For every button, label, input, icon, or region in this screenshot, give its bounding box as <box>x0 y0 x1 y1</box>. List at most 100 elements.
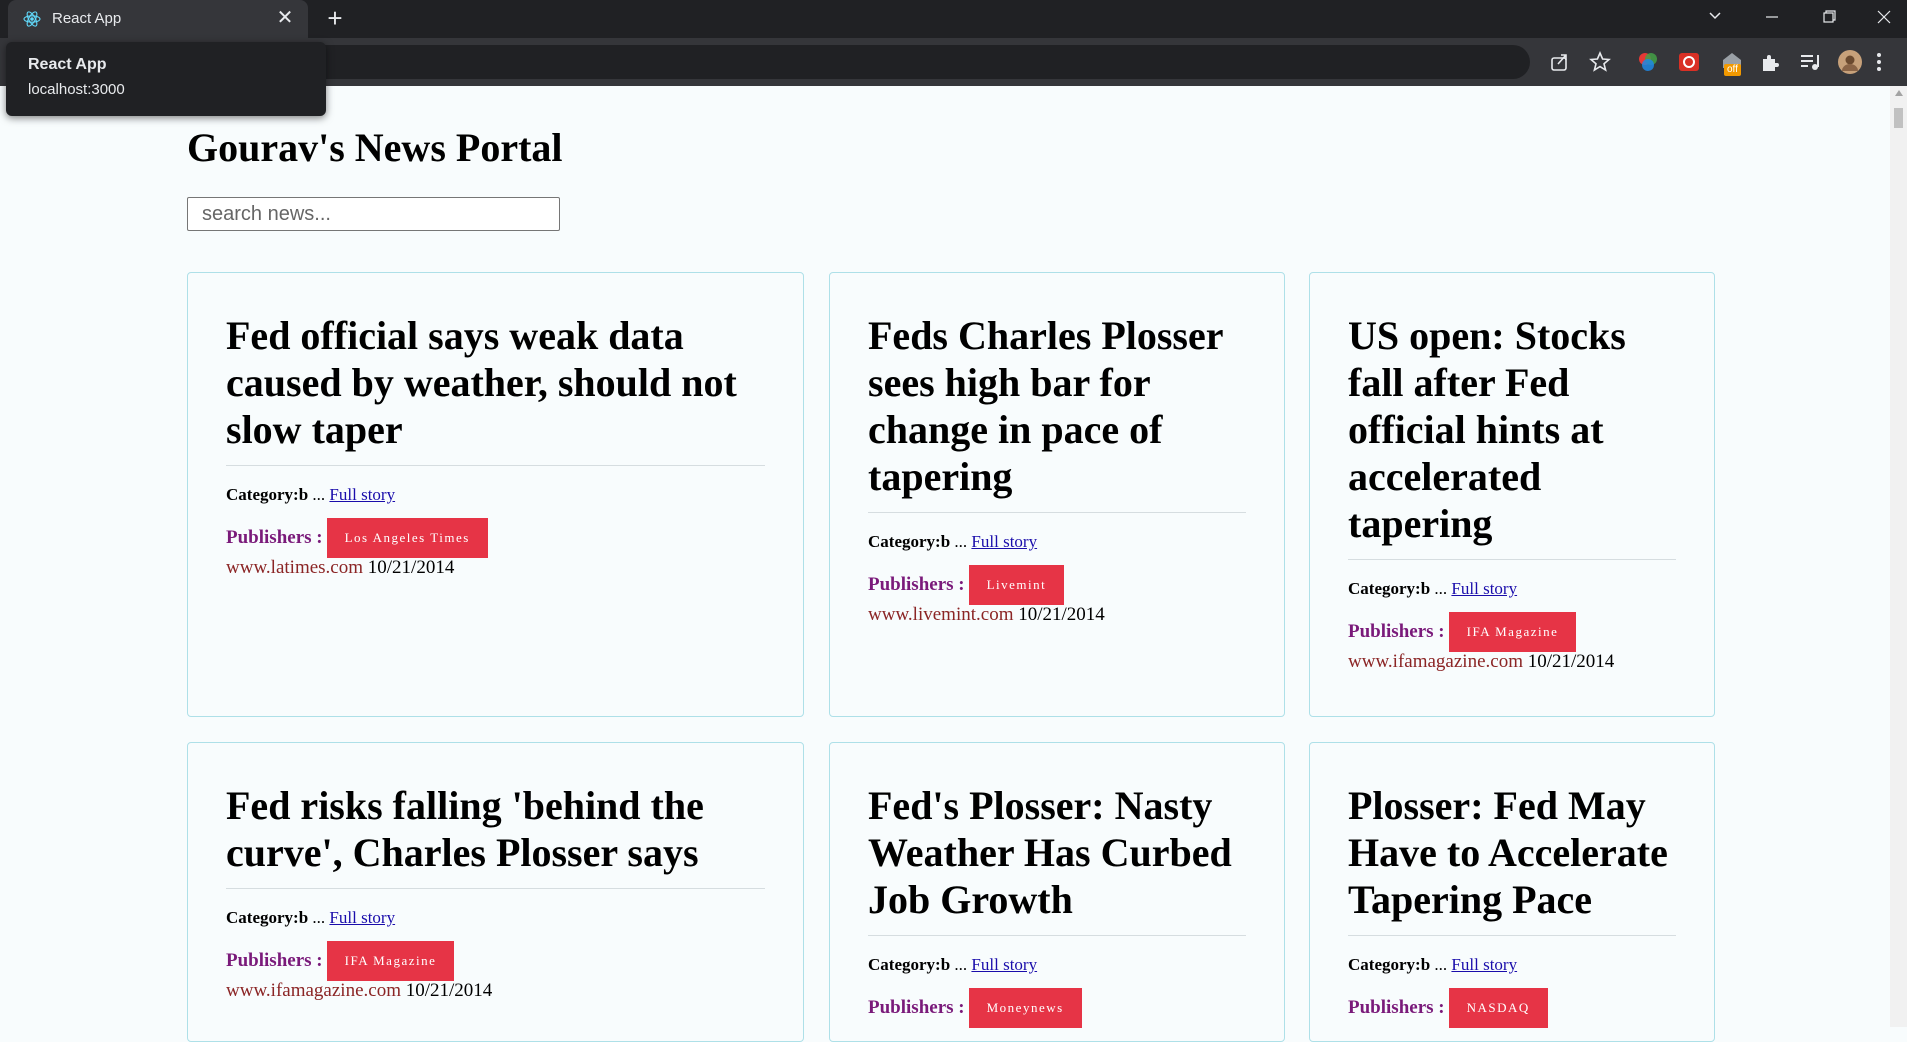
menu-kebab-icon[interactable] <box>1872 50 1886 74</box>
color-extension-icon[interactable] <box>1636 50 1660 74</box>
category-value: b <box>298 908 309 927</box>
full-story-link[interactable]: Full story <box>1451 579 1517 598</box>
share-icon[interactable] <box>1548 50 1572 74</box>
publishers-label: Publishers : <box>1348 997 1445 1018</box>
category-row: Category:b ... Full story <box>226 907 765 929</box>
scroll-thumb[interactable] <box>1894 108 1903 128</box>
tab-hover-tooltip: React App localhost:3000 <box>6 42 326 116</box>
category-label: Category: <box>226 485 299 504</box>
news-card: US open: Stocks fall after Fed official … <box>1309 272 1715 717</box>
publishers-label: Publishers : <box>226 527 323 548</box>
source-url: www.latimes.com <box>226 557 364 578</box>
publisher-row: Publishers : IFA Magazine <box>226 941 765 981</box>
category-label: Category: <box>1348 579 1421 598</box>
publisher-badge: IFA Magazine <box>326 941 455 981</box>
full-story-link[interactable]: Full story <box>971 532 1037 551</box>
address-bar[interactable] <box>300 45 1530 79</box>
screenshot-extension-icon[interactable] <box>1677 50 1701 74</box>
publishers-label: Publishers : <box>868 997 965 1018</box>
publisher-badge: NASDAQ <box>1448 988 1548 1028</box>
publisher-badge: Livemint <box>968 565 1065 605</box>
category-value: b <box>940 955 951 974</box>
category-label: Category: <box>868 955 941 974</box>
news-card: Fed risks falling 'behind the curve', Ch… <box>187 742 804 1042</box>
publishers-label: Publishers : <box>226 950 323 971</box>
publisher-badge: IFA Magazine <box>1448 612 1577 652</box>
profile-avatar[interactable] <box>1838 50 1862 74</box>
news-headline: Fed risks falling 'behind the curve', Ch… <box>226 783 704 875</box>
divider <box>868 512 1246 513</box>
ellipsis: ... <box>308 908 330 927</box>
source-url: www.livemint.com <box>868 604 1014 625</box>
divider <box>226 465 765 466</box>
category-row: Category:b ... Full story <box>226 484 765 506</box>
ellipsis: ... <box>1430 955 1452 974</box>
publisher-badge: Moneynews <box>968 988 1082 1028</box>
news-headline: Fed's Plosser: Nasty Weather Has Curbed … <box>868 783 1232 922</box>
extension-off-icon[interactable]: off <box>1718 50 1748 76</box>
ellipsis: ... <box>950 955 972 974</box>
category-label: Category: <box>226 908 299 927</box>
publishers-label: Publishers : <box>1348 621 1445 642</box>
category-value: b <box>1420 955 1431 974</box>
divider <box>868 935 1246 936</box>
media-queue-icon[interactable] <box>1798 50 1822 74</box>
ellipsis: ... <box>950 532 972 551</box>
ellipsis: ... <box>1430 579 1452 598</box>
page-scrollbar[interactable] <box>1890 86 1907 1027</box>
publisher-row: Publishers : Moneynews <box>868 988 1246 1028</box>
source-url: www.ifamagazine.com <box>1348 651 1523 672</box>
publisher-badge: Los Angeles Times <box>326 518 488 558</box>
source-row: www.livemint.com 10/21/2014 <box>868 603 1246 627</box>
category-value: b <box>940 532 951 551</box>
news-headline: Fed official says weak data caused by we… <box>226 313 737 452</box>
source-row: www.ifamagazine.com 10/21/2014 <box>1348 650 1676 674</box>
page-title: Gourav's News Portal <box>187 125 563 170</box>
category-label: Category: <box>1348 955 1421 974</box>
full-story-link[interactable]: Full story <box>329 485 395 504</box>
bookmark-star-icon[interactable] <box>1588 50 1612 74</box>
browser-tabstrip: React App ✕ + <box>0 0 1907 38</box>
divider <box>1348 559 1676 560</box>
news-card: Fed official says weak data caused by we… <box>187 272 804 717</box>
publisher-row: Publishers : Livemint <box>868 565 1246 605</box>
divider <box>1348 935 1676 936</box>
news-headline: Feds Charles Plosser sees high bar for c… <box>868 313 1223 499</box>
category-row: Category:b ... Full story <box>868 954 1246 976</box>
news-card: Feds Charles Plosser sees high bar for c… <box>829 272 1285 717</box>
tooltip-url: localhost:3000 <box>28 81 125 98</box>
publisher-row: Publishers : NASDAQ <box>1348 988 1676 1028</box>
ellipsis: ... <box>308 485 330 504</box>
news-headline: US open: Stocks fall after Fed official … <box>1348 313 1626 546</box>
category-value: b <box>298 485 309 504</box>
full-story-link[interactable]: Full story <box>971 955 1037 974</box>
close-window-icon[interactable] <box>1861 0 1907 34</box>
tooltip-title: React App <box>28 56 107 73</box>
news-card: Plosser: Fed May Have to Accelerate Tape… <box>1309 742 1715 1042</box>
react-logo-icon <box>23 11 41 27</box>
browser-tab[interactable]: React App ✕ <box>8 0 308 38</box>
minimize-icon[interactable] <box>1749 0 1795 34</box>
news-headline: Plosser: Fed May Have to Accelerate Tape… <box>1348 783 1668 922</box>
full-story-link[interactable]: Full story <box>329 908 395 927</box>
search-input[interactable] <box>187 197 560 231</box>
tab-search-chevron-icon[interactable] <box>1692 0 1738 34</box>
category-value: b <box>1420 579 1431 598</box>
category-row: Category:b ... Full story <box>1348 578 1676 600</box>
tab-title: React App <box>52 10 122 27</box>
publish-date: 10/21/2014 <box>367 557 455 578</box>
extensions-puzzle-icon[interactable] <box>1758 50 1782 74</box>
publish-date: 10/21/2014 <box>1527 651 1615 672</box>
restore-icon[interactable] <box>1806 0 1852 34</box>
full-story-link[interactable]: Full story <box>1451 955 1517 974</box>
new-tab-button[interactable]: + <box>322 5 348 31</box>
publish-date: 10/21/2014 <box>405 980 493 1001</box>
scroll-up-arrow-icon[interactable] <box>1895 90 1903 96</box>
publishers-label: Publishers : <box>868 574 965 595</box>
publisher-row: Publishers : Los Angeles Times <box>226 518 765 558</box>
news-card: Fed's Plosser: Nasty Weather Has Curbed … <box>829 742 1285 1042</box>
category-label: Category: <box>868 532 941 551</box>
tab-close-icon[interactable]: ✕ <box>274 7 296 29</box>
publish-date: 10/21/2014 <box>1018 604 1105 625</box>
extension-off-badge: off <box>1724 64 1741 76</box>
